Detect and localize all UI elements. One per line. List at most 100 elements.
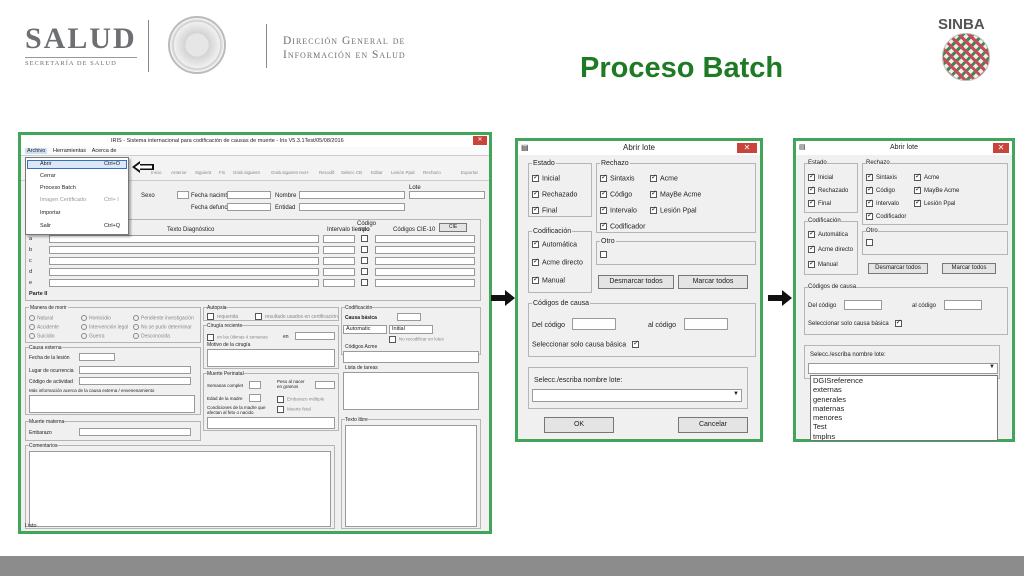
- manera-option[interactable]: Pendiente investigación: [133, 315, 194, 321]
- interval-field[interactable]: [323, 279, 355, 287]
- cie-code-field[interactable]: [375, 257, 475, 265]
- checkbox[interactable]: [532, 205, 539, 214]
- embarazo-multiple[interactable]: Embarazo múltiple: [277, 396, 324, 403]
- radio-icon[interactable]: [29, 324, 35, 330]
- manera-option[interactable]: Guerra: [81, 333, 105, 339]
- cie-code-field[interactable]: [375, 246, 475, 254]
- checkbox-row[interactable]: Codificador: [866, 211, 906, 220]
- codigo-solo-checkbox[interactable]: [361, 268, 368, 275]
- motivo-cirugia-field[interactable]: [207, 349, 335, 367]
- cirugia-checkbox[interactable]: [207, 334, 214, 341]
- manera-option[interactable]: Desconocida: [133, 333, 170, 339]
- del-codigo-field[interactable]: [572, 318, 616, 330]
- checkbox-row[interactable]: Acme: [650, 173, 678, 182]
- checkbox-row[interactable]: Intervalo: [866, 198, 899, 207]
- mas-info-field[interactable]: [29, 395, 195, 413]
- lote-option[interactable]: generales: [813, 395, 997, 404]
- solo-basica-checkbox[interactable]: [894, 318, 902, 327]
- radio-icon[interactable]: [81, 324, 87, 330]
- checkbox-row[interactable]: Acme: [914, 172, 939, 181]
- radio-icon[interactable]: [133, 324, 139, 330]
- close-icon[interactable]: ✕: [473, 136, 487, 145]
- semanas-field[interactable]: [249, 381, 261, 389]
- checkbox[interactable]: [532, 257, 539, 266]
- checkbox[interactable]: [914, 185, 921, 194]
- checkbox[interactable]: [532, 275, 539, 284]
- close-icon[interactable]: ✕: [737, 143, 757, 153]
- interval-field[interactable]: [323, 235, 355, 243]
- no-recodificar-checkbox[interactable]: [389, 336, 396, 343]
- manera-option[interactable]: Accidente: [29, 324, 59, 330]
- checkbox-row[interactable]: Inicial: [532, 173, 560, 182]
- interval-field[interactable]: [323, 268, 355, 276]
- checkbox[interactable]: [866, 211, 873, 220]
- checkbox-row[interactable]: Lesión Ppal: [914, 198, 955, 207]
- codigo-solo-checkbox[interactable]: [361, 257, 368, 264]
- menu-item-salir[interactable]: Salir: [40, 223, 51, 229]
- codigo-solo-checkbox[interactable]: [361, 279, 368, 286]
- checkbox[interactable]: [866, 172, 873, 181]
- checkbox[interactable]: [808, 172, 815, 181]
- texto-libre-field[interactable]: [345, 425, 477, 527]
- ok-button[interactable]: OK: [544, 417, 614, 433]
- manera-option[interactable]: Suicidio: [29, 333, 55, 339]
- radio-icon[interactable]: [81, 315, 87, 321]
- checkbox-row[interactable]: Sintaxis: [600, 173, 635, 182]
- checkbox[interactable]: [866, 198, 873, 207]
- lote-option[interactable]: menores: [813, 413, 997, 422]
- codigo-actividad-select[interactable]: [79, 377, 191, 385]
- codigo-solo-checkbox-row[interactable]: [361, 257, 371, 264]
- peso-field[interactable]: [315, 381, 335, 389]
- diagnosis-text-field[interactable]: [49, 246, 319, 254]
- otro-checkbox[interactable]: [866, 239, 873, 246]
- radio-icon[interactable]: [133, 315, 139, 321]
- diagnosis-text-field[interactable]: [49, 257, 319, 265]
- toolbar-grab-siguiente-rech[interactable]: Grab.siguient recH: [271, 170, 309, 175]
- menu-item-importar[interactable]: Importar: [40, 210, 60, 216]
- checkbox[interactable]: [808, 229, 815, 238]
- resultado-checkbox[interactable]: [255, 313, 262, 320]
- desmarcar-todos-button[interactable]: Desmarcar todos: [868, 263, 928, 274]
- manera-option[interactable]: Homicidio: [81, 315, 111, 321]
- checkbox[interactable]: [914, 198, 921, 207]
- sexo-field[interactable]: [177, 191, 189, 199]
- menu-archivo[interactable]: Archivo: [25, 148, 48, 154]
- toolbar-lesion-ppal[interactable]: Lesión Ppal: [391, 170, 415, 175]
- checkbox-row[interactable]: MayBe Acme: [650, 189, 701, 198]
- close-icon[interactable]: ✕: [993, 143, 1009, 153]
- checkbox[interactable]: [866, 185, 873, 194]
- muerte-fetal[interactable]: Muerte fetal: [277, 406, 311, 413]
- lote-option[interactable]: maternas: [813, 404, 997, 413]
- nombre-field[interactable]: [299, 191, 405, 199]
- menu-item-imagen-certificado[interactable]: Imagen Certificado: [40, 197, 86, 203]
- checkbox[interactable]: [914, 172, 921, 181]
- cancelar-button[interactable]: Cancelar: [678, 417, 748, 433]
- checkbox-row[interactable]: Intervalo: [600, 205, 637, 214]
- lote-option[interactable]: DGISreference: [813, 376, 997, 385]
- cirugia-fecha-field[interactable]: [295, 332, 335, 340]
- al-codigo-field[interactable]: [944, 300, 982, 310]
- lote-select[interactable]: ▼: [808, 363, 998, 374]
- checkbox-row[interactable]: Rechazado: [808, 185, 848, 194]
- checkbox[interactable]: [650, 189, 657, 198]
- cie-button[interactable]: CIE: [439, 223, 467, 232]
- otro-checkbox-row[interactable]: [866, 239, 876, 246]
- checkbox[interactable]: [808, 244, 815, 253]
- fecha-defuncion-field[interactable]: [227, 203, 271, 211]
- solo-basica-row[interactable]: Seleccionar solo causa básica: [808, 318, 905, 327]
- checkbox-row[interactable]: Codificador: [600, 221, 645, 230]
- menu-item-proceso-batch[interactable]: Proceso Batch: [40, 185, 76, 191]
- menu-herramientas[interactable]: Herramientas: [53, 148, 86, 154]
- marcar-todos-button[interactable]: Marcar todos: [942, 263, 996, 274]
- checkbox-row[interactable]: Automática: [808, 229, 848, 238]
- codigo-solo-checkbox[interactable]: [361, 235, 368, 242]
- condiciones-field[interactable]: [207, 417, 335, 429]
- checkbox[interactable]: [600, 205, 607, 214]
- codigo-solo-checkbox-row[interactable]: [361, 246, 371, 253]
- checkbox-row[interactable]: Inicial: [808, 172, 833, 181]
- interval-field[interactable]: [323, 246, 355, 254]
- solo-basica-row[interactable]: Seleccionar solo causa básica: [532, 339, 642, 348]
- diagnosis-text-field[interactable]: [49, 235, 319, 243]
- edad-madre-field[interactable]: [249, 394, 261, 402]
- marcar-todos-button[interactable]: Marcar todos: [678, 275, 748, 289]
